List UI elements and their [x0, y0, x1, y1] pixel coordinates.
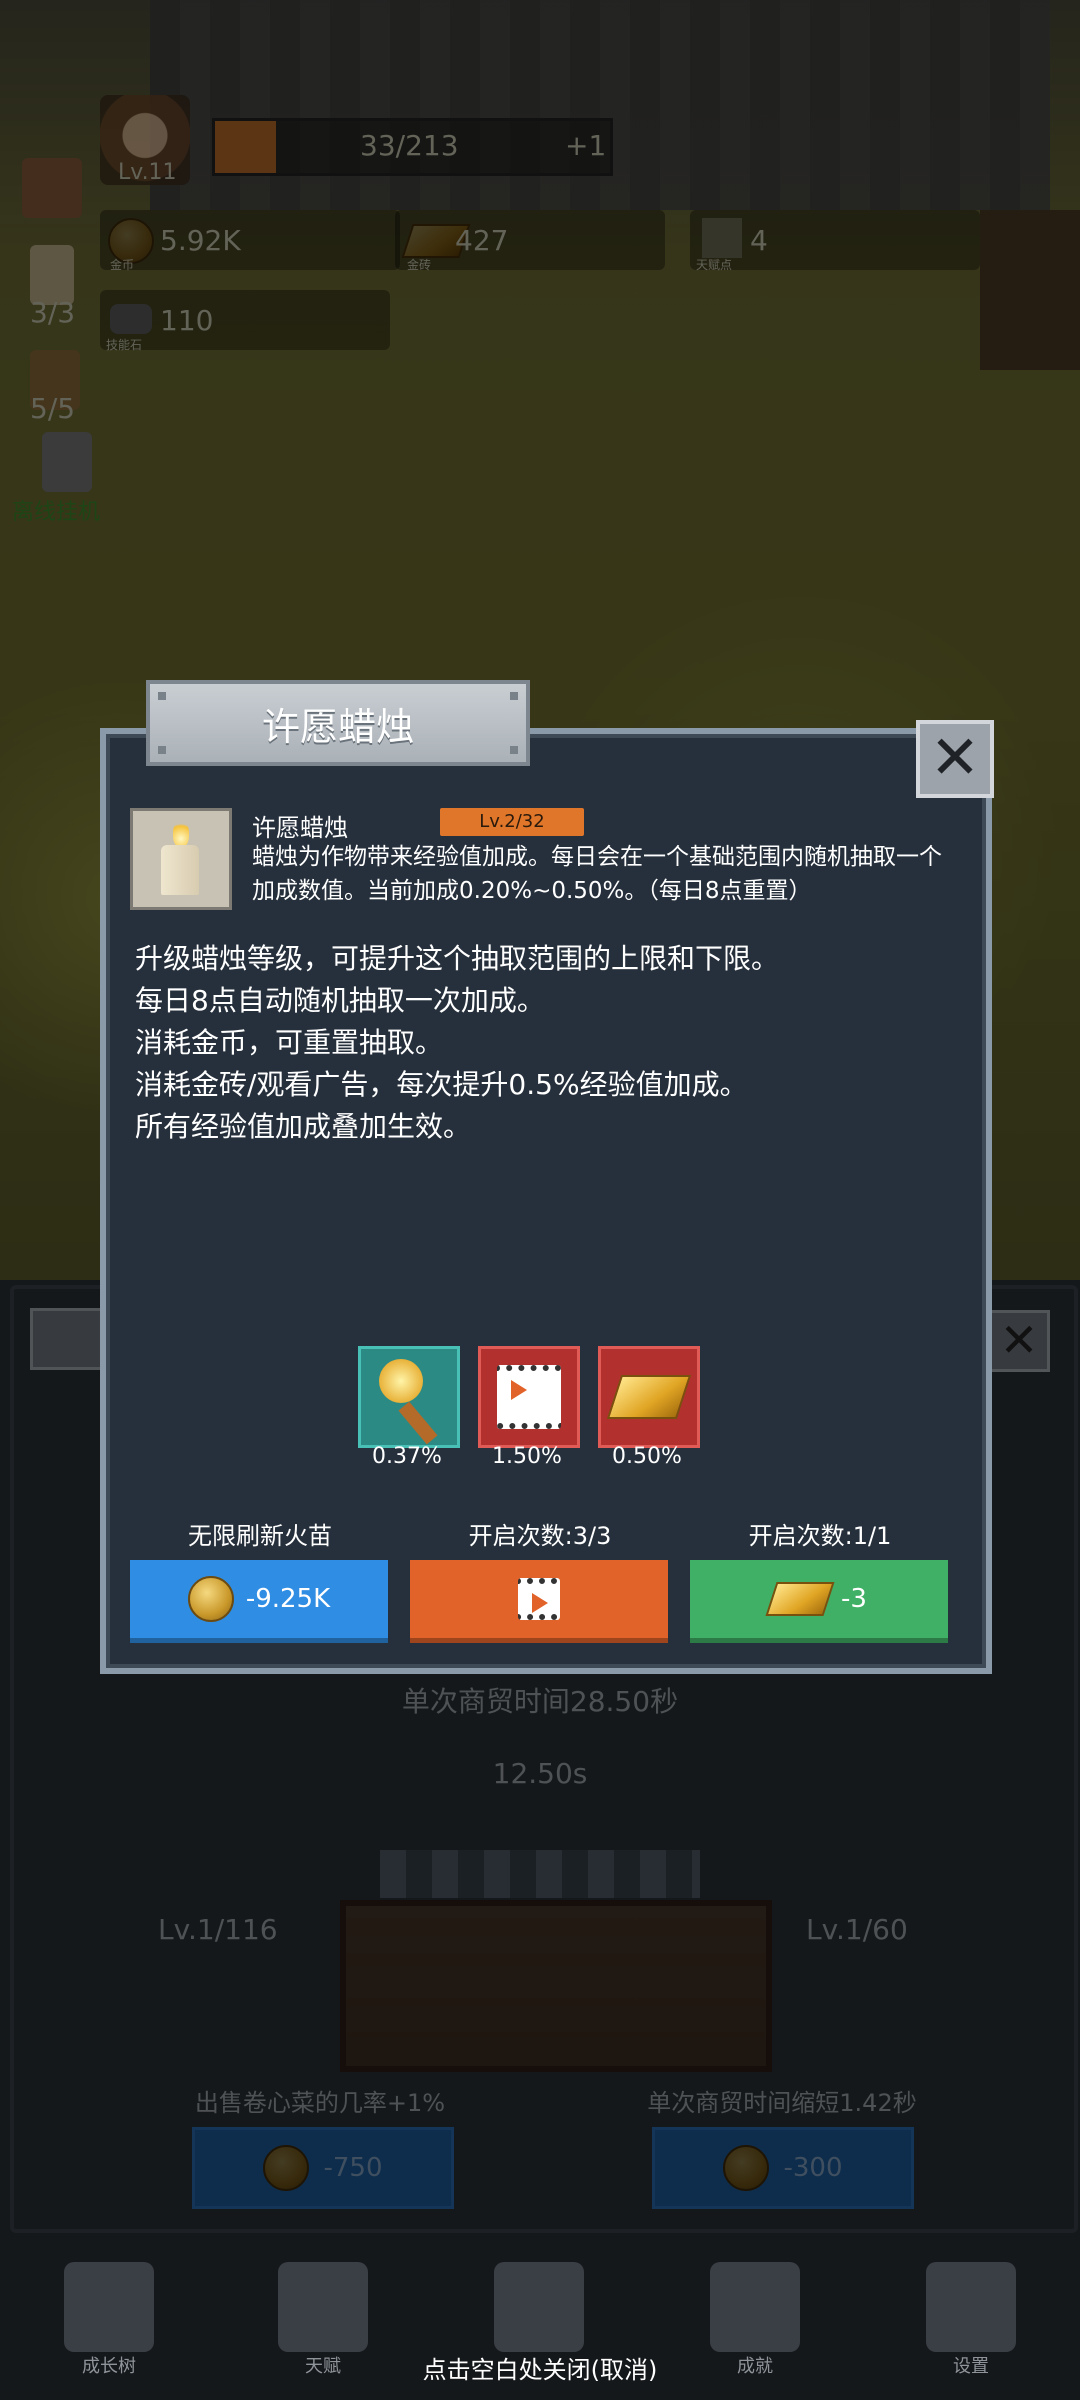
item-description: 蜡烛为作物带来经验值加成。每日会在一个基础范围内随机抽取一个加成数值。当前加成0…	[252, 844, 942, 904]
refresh-with-gold-button[interactable]: -9.25K	[130, 1560, 388, 1643]
close-hint: 点击空白处关闭(取消)	[422, 2356, 658, 2384]
rules-list: 升级蜡烛等级，可提升这个抽取范围的上限和下限。 每日8点自动随机抽取一次加成。 …	[135, 938, 779, 1148]
item-name: 许愿蜡烛	[252, 814, 348, 842]
flame-icon	[173, 819, 189, 847]
gold-bar-icon	[598, 1346, 700, 1448]
rule-line: 每日8点自动随机抽取一次加成。	[135, 984, 545, 1017]
video-count-label: 开启次数:3/3	[468, 1522, 612, 1550]
rule-line: 消耗金币，可重置抽取。	[135, 1026, 444, 1059]
torch-bonus-value: 0.37%	[372, 1444, 442, 1469]
nav-map[interactable]	[474, 2262, 604, 2352]
rule-line: 升级蜡烛等级，可提升这个抽取范围的上限和下限。	[135, 942, 780, 975]
book-icon	[64, 2262, 154, 2352]
map-icon	[494, 2262, 584, 2352]
goldbar-bonus-value: 0.50%	[612, 1444, 682, 1469]
dialog-title: 许愿蜡烛	[261, 704, 414, 749]
item-level-badge: Lv.2/32	[440, 808, 584, 836]
scroll-icon	[278, 2262, 368, 2352]
gear-icon	[926, 2262, 1016, 2352]
refresh-label: 无限刷新火苗	[188, 1522, 332, 1550]
video-ad-bonus-icon	[478, 1346, 580, 1448]
candle-item-icon	[130, 808, 232, 910]
video-icon	[518, 1578, 560, 1620]
rule-line: 消耗金砖/观看广告，每次提升0.5%经验值加成。	[135, 1068, 748, 1101]
gold-brick-icon	[765, 1582, 835, 1616]
video-bonus-value: 1.50%	[492, 1444, 562, 1469]
brick-count-label: 开启次数:1/1	[748, 1522, 892, 1550]
dialog-title-plate: 许愿蜡烛	[146, 680, 530, 766]
video-icon	[497, 1365, 561, 1429]
rule-line: 所有经验值加成叠加生效。	[135, 1110, 472, 1143]
key-icon	[710, 2262, 800, 2352]
candle-icon	[161, 845, 199, 895]
gold-coin-icon	[187, 1576, 234, 1622]
watch-ad-button[interactable]	[410, 1560, 668, 1643]
use-brick-button[interactable]: -3	[690, 1560, 948, 1643]
close-icon[interactable]: ✕	[916, 720, 994, 798]
refresh-cost: -9.25K	[245, 1584, 331, 1614]
brick-cost: -3	[841, 1584, 867, 1614]
torch-icon	[358, 1346, 460, 1448]
